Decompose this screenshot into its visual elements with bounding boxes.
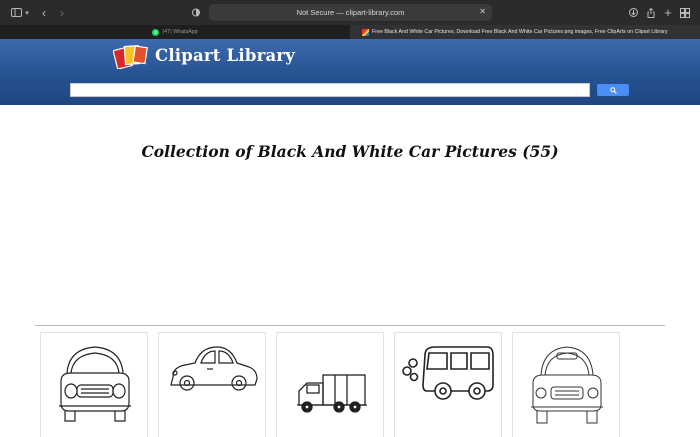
tab-label: Free Black And White Car Pictures, Downl… (372, 29, 668, 35)
tab-bar: ✆ (47) WhatsApp Free Black And White Car… (0, 25, 700, 39)
forward-icon[interactable]: › (56, 4, 68, 21)
tab-whatsapp[interactable]: ✆ (47) WhatsApp (0, 25, 350, 39)
tab-overview-icon[interactable] (679, 4, 691, 21)
chevron-down-icon[interactable]: ▾ (23, 4, 31, 21)
privacy-shield-icon[interactable] (190, 4, 202, 21)
thumbnail-card[interactable] (394, 332, 502, 437)
clipart-favicon-icon (362, 28, 369, 36)
van-icon (402, 346, 494, 400)
tab-label: (47) WhatsApp (162, 29, 198, 35)
back-icon[interactable]: ‹ (38, 4, 50, 21)
thumbnail-card[interactable] (276, 332, 384, 437)
new-tab-icon[interactable]: + (662, 4, 674, 21)
download-icon[interactable] (627, 4, 639, 21)
address-bar[interactable]: Not Secure — clipart-library.com ✕ (209, 4, 492, 21)
close-icon[interactable]: ✕ (479, 7, 486, 16)
site-header: Clipart Library (0, 39, 700, 105)
site-logo-text[interactable]: Clipart Library (155, 46, 295, 65)
share-icon[interactable] (645, 4, 657, 21)
thumbnail-card[interactable] (512, 332, 620, 437)
sidebar-toggle-icon[interactable] (9, 4, 23, 21)
thumbnail-card[interactable] (40, 332, 148, 437)
section-divider (35, 325, 665, 326)
clipart-library-logo-icon[interactable] (113, 43, 149, 69)
car-front-icon (59, 346, 131, 422)
search-input[interactable] (70, 83, 590, 97)
car-front-icon (531, 346, 603, 424)
page-title: Collection of Black And White Car Pictur… (141, 142, 559, 161)
search-icon (609, 86, 617, 94)
thumbnail-card[interactable] (158, 332, 266, 437)
tab-clipart-library[interactable]: Free Black And White Car Pictures, Downl… (350, 25, 700, 39)
address-text: Not Secure — clipart-library.com (296, 8, 405, 17)
car-side-icon (170, 346, 258, 391)
whatsapp-icon: ✆ (152, 28, 160, 36)
truck-icon (297, 374, 367, 413)
search-button[interactable] (597, 84, 629, 96)
browser-toolbar: ▾ ‹ › Not Secure — clipart-library.com ✕… (0, 0, 700, 25)
